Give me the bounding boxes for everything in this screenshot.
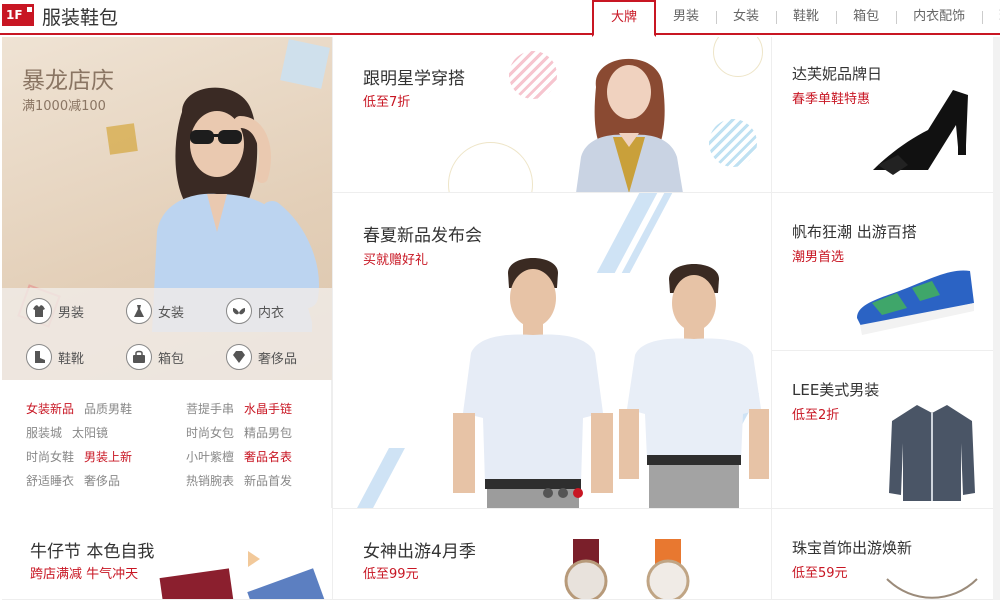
cell-title: 春夏新品发布会	[363, 226, 482, 246]
link-item[interactable]: 小叶紫檀	[186, 448, 234, 465]
link-item[interactable]: 品质男鞋	[84, 400, 132, 417]
cell-star-style[interactable]: 跟明星学穿搭 低至7折	[332, 37, 772, 193]
category-luxury[interactable]: 奢侈品	[226, 344, 297, 370]
cell-title: 帆布狂潮 出游百搭	[792, 223, 917, 241]
link-item[interactable]: 舒适睡衣	[26, 472, 74, 489]
link-item[interactable]: 精品男包	[244, 424, 292, 441]
tab-bags[interactable]: 箱包	[836, 0, 896, 35]
link-item[interactable]: 奢品名表	[244, 448, 292, 465]
cell-subtitle: 低至59元	[792, 566, 848, 581]
cell-canvas[interactable]: 帆布狂潮 出游百搭 潮男首选	[771, 193, 993, 351]
dress-icon	[126, 298, 152, 324]
tab-underwear[interactable]: 内衣配饰	[896, 0, 982, 35]
deco-ring	[448, 142, 533, 192]
floor-title: 服装鞋包	[42, 7, 119, 29]
deco-triangle	[248, 551, 260, 567]
cell-title: LEE美式男装	[792, 381, 880, 399]
carousel-dot-active[interactable]	[573, 488, 583, 498]
floor-number: 1F	[6, 8, 23, 22]
floor-header: 1F 服装鞋包 大牌 男装 女装 鞋靴 箱包 内衣配饰 珠宝	[0, 0, 1000, 37]
cell-jewelry[interactable]: 珠宝首饰出游焕新 低至59元	[771, 509, 993, 600]
promo-title: 暴龙店庆	[22, 68, 114, 94]
link-item[interactable]: 菩提手串	[186, 400, 234, 417]
deco-stripe-circle	[509, 51, 557, 99]
cell-title: 女神出游4月季	[363, 542, 476, 562]
cell-subtitle: 买就赠好礼	[363, 253, 429, 268]
category-women[interactable]: 女装	[126, 298, 184, 324]
category-label: 鞋靴	[58, 351, 85, 367]
link-item[interactable]: 新品首发	[244, 472, 292, 489]
promo-subtitle: 满1000减100	[22, 99, 106, 114]
watch-image	[564, 539, 608, 599]
floor-badge: 1F	[2, 4, 34, 26]
star-model-image	[576, 58, 683, 192]
link-item[interactable]: 奢侈品	[84, 472, 120, 489]
heel-shoe-image	[873, 90, 968, 175]
tab-jewelry[interactable]: 珠宝	[982, 0, 1000, 35]
category-men[interactable]: 男装	[26, 298, 84, 324]
category-shoes[interactable]: 鞋靴	[26, 344, 84, 370]
category-label: 女装	[158, 305, 185, 321]
denim-product-image	[159, 568, 235, 599]
tab-men[interactable]: 男装	[656, 0, 716, 35]
boot-icon	[26, 344, 52, 370]
male-model-image	[453, 258, 613, 508]
carousel-dots	[543, 488, 583, 498]
category-panel: 男装 女装 内衣 鞋靴 箱包 奢侈品	[2, 288, 332, 380]
cell-title: 牛仔节 本色自我	[30, 542, 155, 562]
category-bags[interactable]: 箱包	[126, 344, 184, 370]
cell-title: 珠宝首饰出游焕新	[792, 539, 913, 557]
category-label: 箱包	[158, 351, 185, 367]
category-label: 奢侈品	[258, 351, 298, 367]
tab-brands[interactable]: 大牌	[592, 0, 657, 37]
cell-lee[interactable]: LEE美式男装 低至2折	[771, 351, 993, 509]
watch-image	[646, 539, 690, 599]
tab-shoes[interactable]: 鞋靴	[776, 0, 836, 35]
cell-title: 达芙妮品牌日	[792, 65, 883, 83]
carousel-dot[interactable]	[543, 488, 553, 498]
denim-product-image	[247, 568, 327, 599]
deco-stripe-circle	[709, 119, 757, 167]
carousel-dot[interactable]	[558, 488, 568, 498]
link-item[interactable]: 服装城	[26, 424, 62, 441]
deco-ring	[713, 37, 763, 77]
link-item[interactable]: 太阳镜	[72, 424, 108, 441]
tab-women[interactable]: 女装	[716, 0, 776, 35]
category-label: 男装	[58, 305, 85, 321]
floor-tabs: 大牌 男装 女装 鞋靴 箱包 内衣配饰 珠宝	[592, 0, 1000, 37]
cell-subtitle: 低至2折	[792, 408, 840, 423]
bra-icon	[226, 298, 252, 324]
deco-slash	[357, 448, 405, 508]
shirt-product-image	[889, 405, 975, 501]
category-label: 内衣	[258, 305, 285, 321]
bag-icon	[126, 344, 152, 370]
badge-deco	[27, 7, 32, 12]
scroll-edge	[993, 37, 1000, 600]
link-item[interactable]: 男装上新	[84, 448, 132, 465]
necklace-image	[886, 578, 978, 599]
cell-subtitle: 低至99元	[363, 567, 419, 582]
cell-goddess[interactable]: 女神出游4月季 低至99元	[332, 509, 772, 600]
link-item[interactable]: 热销腕表	[186, 472, 234, 489]
link-item[interactable]: 时尚女包	[186, 424, 234, 441]
cell-denim[interactable]: 牛仔节 本色自我 跨店满减 牛气冲天	[2, 509, 332, 600]
cell-title: 跟明星学穿搭	[363, 69, 465, 89]
male-model-image	[619, 264, 769, 508]
cell-daphne[interactable]: 达芙妮品牌日 春季单鞋特惠	[771, 37, 993, 193]
cell-new-release[interactable]: 春夏新品发布会 买就赠好礼	[332, 193, 772, 509]
diamond-icon	[226, 344, 252, 370]
quick-links: 女装新品 品质男鞋 菩提手串 水晶手链 服装城 太阳镜 时尚女包 精品男包 时尚…	[2, 380, 332, 508]
cell-subtitle: 潮男首选	[792, 250, 845, 265]
link-item[interactable]: 水晶手链	[244, 400, 292, 417]
cell-subtitle: 低至7折	[363, 95, 411, 110]
cell-subtitle: 跨店满减 牛气冲天	[30, 567, 139, 582]
category-underwear[interactable]: 内衣	[226, 298, 284, 324]
cell-subtitle: 春季单鞋特惠	[792, 92, 871, 107]
shirt-icon	[26, 298, 52, 324]
link-item[interactable]: 时尚女鞋	[26, 448, 74, 465]
canvas-shoe-image	[857, 270, 974, 335]
link-item[interactable]: 女装新品	[26, 400, 74, 417]
